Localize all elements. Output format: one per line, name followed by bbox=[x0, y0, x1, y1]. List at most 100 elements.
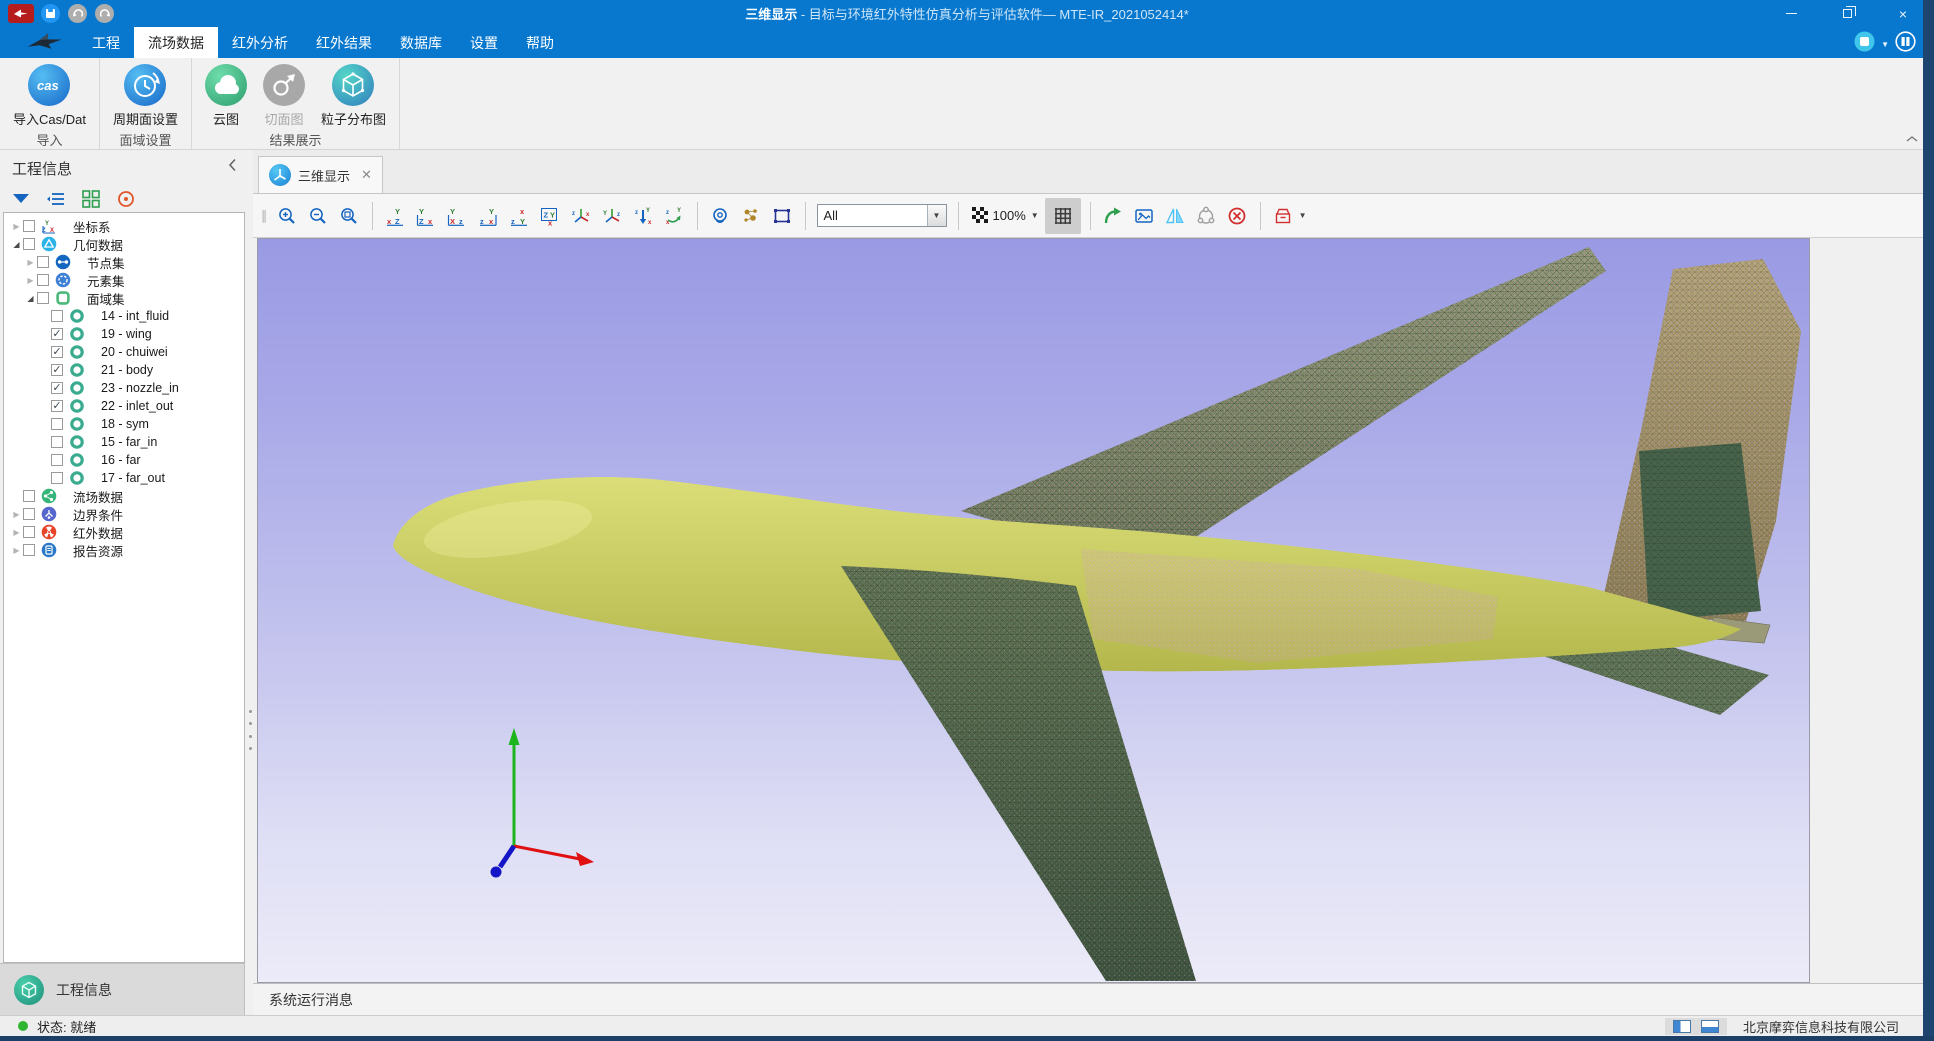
layout-bottom-icon[interactable] bbox=[1701, 1020, 1719, 1033]
zoom-level-control[interactable]: 100%▼ bbox=[970, 205, 1039, 226]
ribbon-button-clock[interactable]: 周期面设置 bbox=[106, 64, 185, 128]
view-back-icon[interactable]: YZx bbox=[413, 201, 440, 231]
ribbon-button-cloud[interactable]: 云图 bbox=[198, 64, 254, 128]
tree-item[interactable]: ✓23 - nozzle_in bbox=[4, 379, 244, 397]
ribbon-button-cas[interactable]: cas导入Cas/Dat bbox=[6, 64, 93, 128]
archive-icon[interactable] bbox=[1270, 201, 1297, 231]
tree-item[interactable]: ✓22 - inlet_out bbox=[4, 397, 244, 415]
theme-button[interactable] bbox=[1854, 31, 1875, 57]
tree-checkbox[interactable] bbox=[37, 292, 49, 304]
chevron-down-icon[interactable]: ▼ bbox=[1031, 211, 1039, 220]
menu-item-7[interactable]: 帮助 bbox=[512, 27, 568, 58]
splitter-handle[interactable] bbox=[248, 710, 252, 750]
tree-expander-icon[interactable]: ▶ bbox=[10, 510, 23, 519]
tree-checkbox[interactable] bbox=[51, 454, 63, 466]
tree-checkbox[interactable] bbox=[51, 310, 63, 322]
list-settings-icon[interactable] bbox=[45, 188, 67, 210]
archive-dropdown-icon[interactable]: ▼ bbox=[1299, 211, 1307, 220]
tree-item[interactable]: ▶边界条件 bbox=[4, 505, 244, 523]
tree-checkbox[interactable]: ✓ bbox=[51, 400, 63, 412]
cancel-icon[interactable] bbox=[1224, 201, 1251, 231]
close-button[interactable]: × bbox=[1892, 3, 1914, 25]
tree-item[interactable]: ▶元素集 bbox=[4, 271, 244, 289]
tree-item[interactable]: 流场数据 bbox=[4, 487, 244, 505]
tree-item[interactable]: ✓20 - chuiwei bbox=[4, 343, 244, 361]
tree-checkbox[interactable] bbox=[37, 256, 49, 268]
menu-item-6[interactable]: 设置 bbox=[456, 27, 512, 58]
tree-item[interactable]: 17 - far_out bbox=[4, 469, 244, 487]
view-iso-3-icon[interactable]: zYx bbox=[630, 201, 657, 231]
group-grid-icon[interactable] bbox=[80, 188, 102, 210]
tree-checkbox[interactable] bbox=[51, 472, 63, 484]
layout-button[interactable] bbox=[1895, 31, 1916, 57]
aircraft-model[interactable] bbox=[258, 239, 1810, 983]
tree-expander-icon[interactable]: ▶ bbox=[10, 546, 23, 555]
tree-checkbox[interactable] bbox=[37, 274, 49, 286]
tree-item[interactable]: 14 - int_fluid bbox=[4, 307, 244, 325]
tree-item[interactable]: ▶报告资源 bbox=[4, 541, 244, 559]
combobox-arrow-icon[interactable]: ▼ bbox=[927, 205, 946, 226]
display-filter-combobox[interactable]: All▼ bbox=[817, 204, 947, 227]
menu-item-2[interactable]: 流场数据 bbox=[134, 27, 218, 58]
tree-item[interactable]: 15 - far_in bbox=[4, 433, 244, 451]
toolbar-grip-handle[interactable]: ∥ bbox=[261, 208, 266, 224]
export-icon[interactable] bbox=[1100, 201, 1127, 231]
tree-checkbox[interactable] bbox=[23, 238, 35, 250]
menu-item-3[interactable]: 红外分析 bbox=[218, 27, 302, 58]
tab-close-icon[interactable]: ✕ bbox=[361, 167, 372, 183]
tree-item[interactable]: ◢几何数据 bbox=[4, 235, 244, 253]
tree-checkbox[interactable] bbox=[23, 508, 35, 520]
tree-checkbox[interactable]: ✓ bbox=[51, 364, 63, 376]
particles-icon[interactable] bbox=[738, 201, 765, 231]
tree-checkbox[interactable] bbox=[23, 544, 35, 556]
tree-item[interactable]: 18 - sym bbox=[4, 415, 244, 433]
tree-item[interactable]: ▶YZX坐标系 bbox=[4, 217, 244, 235]
view-iso-1-icon[interactable]: zx bbox=[568, 201, 595, 231]
project-info-bar[interactable]: 工程信息 bbox=[0, 963, 245, 1015]
tree-item[interactable]: ▶红外数据 bbox=[4, 523, 244, 541]
menu-item-5[interactable]: 数据库 bbox=[386, 27, 456, 58]
tree-item[interactable]: ✓21 - body bbox=[4, 361, 244, 379]
tree-item[interactable]: ◢面域集 bbox=[4, 289, 244, 307]
panel-collapse-button[interactable] bbox=[228, 158, 237, 177]
tree-expander-icon[interactable]: ▶ bbox=[24, 276, 37, 285]
tree-checkbox[interactable]: ✓ bbox=[51, 328, 63, 340]
filter-icon[interactable] bbox=[10, 188, 32, 210]
tree-checkbox[interactable]: ✓ bbox=[51, 346, 63, 358]
tree-expander-icon[interactable]: ▶ bbox=[10, 222, 23, 231]
tree-checkbox[interactable] bbox=[51, 418, 63, 430]
tree-checkbox[interactable]: ✓ bbox=[51, 382, 63, 394]
minimize-button[interactable] bbox=[1780, 3, 1802, 25]
app-icon[interactable] bbox=[8, 4, 34, 23]
tree-expander-icon[interactable]: ▶ bbox=[24, 258, 37, 267]
ribbon-button-section[interactable]: 切面图 bbox=[256, 64, 312, 128]
view-iso-4-icon[interactable]: zYx bbox=[661, 201, 688, 231]
tab-3d-view[interactable]: 三维显示 ✕ bbox=[258, 156, 383, 193]
zoom-out-icon[interactable] bbox=[305, 201, 332, 231]
view-front-icon[interactable]: YxZ bbox=[382, 201, 409, 231]
tree-checkbox[interactable] bbox=[23, 220, 35, 232]
tree-item[interactable]: ▶节点集 bbox=[4, 253, 244, 271]
network-icon[interactable] bbox=[1193, 201, 1220, 231]
view-bottom-icon[interactable]: Yzx bbox=[475, 201, 502, 231]
target-icon[interactable] bbox=[115, 188, 137, 210]
tree-expander-icon[interactable]: ◢ bbox=[24, 294, 37, 303]
menu-item-1[interactable]: 工程 bbox=[78, 27, 134, 58]
redo-button[interactable] bbox=[95, 4, 114, 23]
tree-checkbox[interactable] bbox=[51, 436, 63, 448]
restore-button[interactable] bbox=[1836, 3, 1858, 25]
tree-item[interactable]: 16 - far bbox=[4, 451, 244, 469]
probe-icon[interactable] bbox=[707, 201, 734, 231]
mirror-icon[interactable] bbox=[1162, 201, 1189, 231]
undo-button[interactable] bbox=[68, 4, 87, 23]
grid-icon[interactable] bbox=[1045, 198, 1081, 234]
zoom-fit-icon[interactable] bbox=[336, 201, 363, 231]
ribbon-button-cube[interactable]: 粒子分布图 bbox=[314, 64, 393, 128]
view-right-icon[interactable]: ZYx bbox=[537, 201, 564, 231]
viewport-3d[interactable] bbox=[257, 238, 1810, 983]
select-box-icon[interactable] bbox=[769, 201, 796, 231]
tree-expander-icon[interactable]: ▶ bbox=[10, 528, 23, 537]
zoom-in-icon[interactable] bbox=[274, 201, 301, 231]
ribbon-collapse-button[interactable] bbox=[1906, 130, 1918, 148]
view-top-icon[interactable]: YXz bbox=[444, 201, 471, 231]
